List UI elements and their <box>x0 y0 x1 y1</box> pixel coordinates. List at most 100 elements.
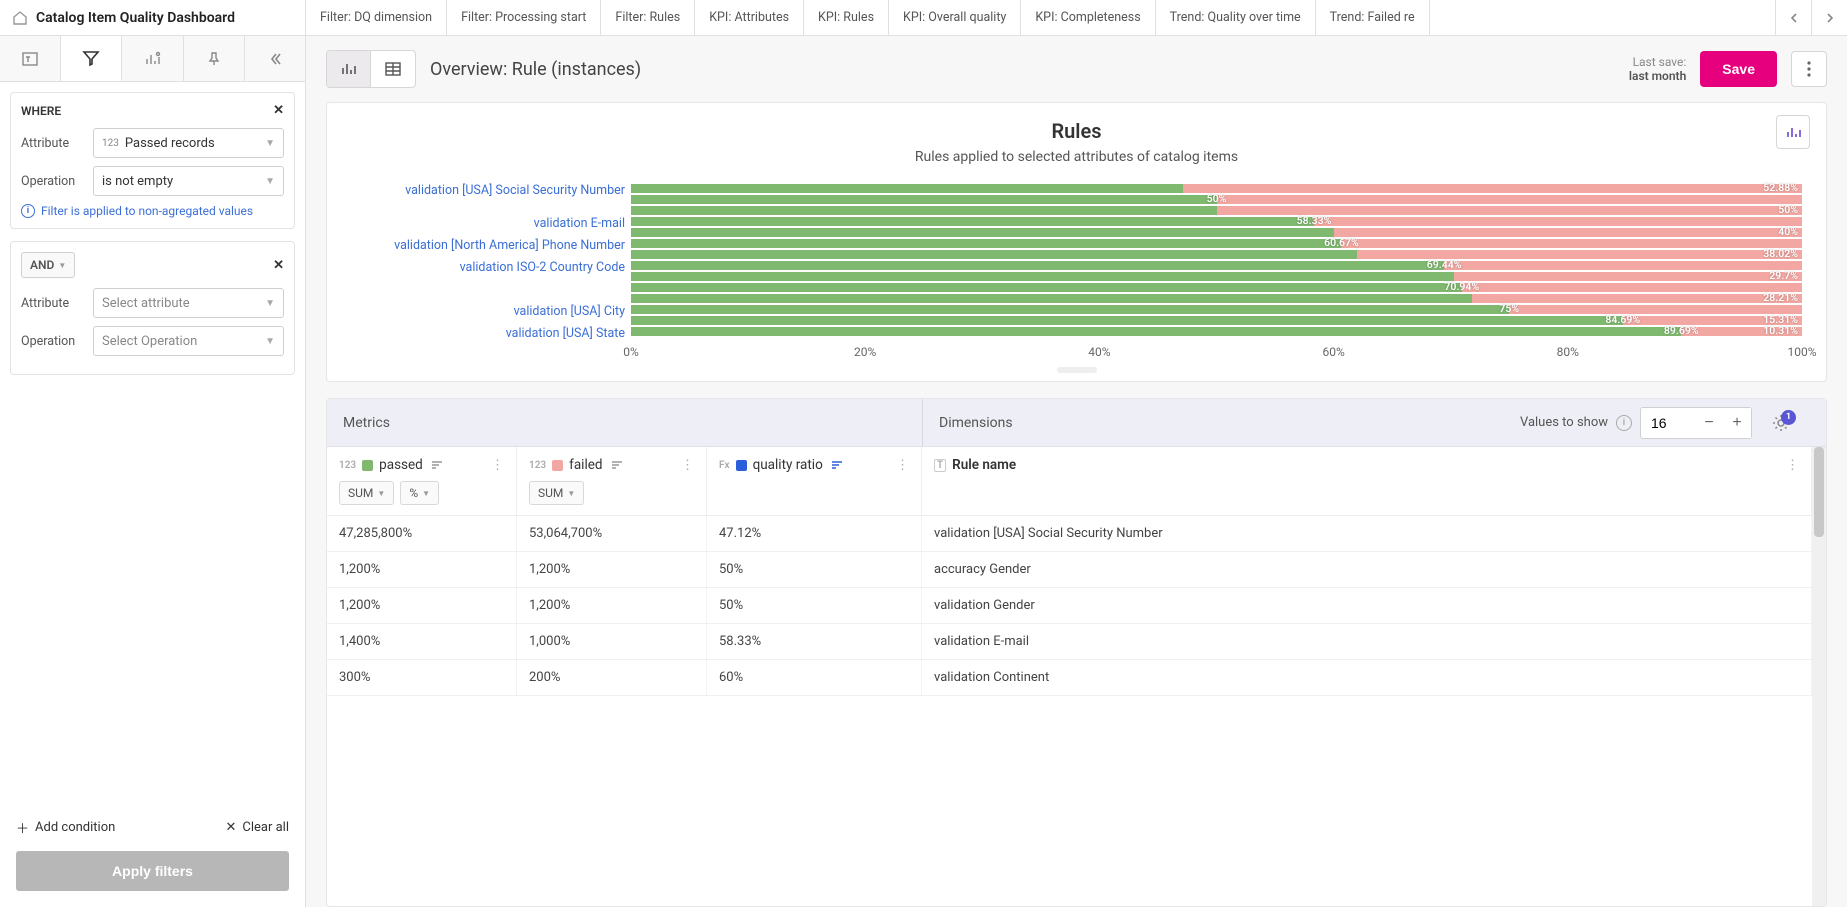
chart-y-label: validation ISO-2 Country Code <box>460 256 625 278</box>
bar-fail-label: 38.02% <box>1763 247 1798 260</box>
agg-pct-chip[interactable]: %▼ <box>400 481 439 505</box>
sidebar-tab-collapse[interactable] <box>245 36 305 81</box>
color-swatch <box>736 460 747 471</box>
table-cell: 60% <box>707 660 922 695</box>
bar-pass-label: 75% <box>1499 302 1519 315</box>
workspace-tab[interactable]: KPI: Completeness <box>1021 0 1155 35</box>
agg-sum-chip[interactable]: SUM▼ <box>529 481 584 505</box>
filter-footer: ＋ Add condition ✕ Clear all Apply filter… <box>0 808 305 907</box>
col-menu-button[interactable]: ⋮ <box>491 458 504 473</box>
sidebar-tab-chart[interactable] <box>122 36 183 81</box>
col-menu-button[interactable]: ⋮ <box>896 458 909 473</box>
add-condition-button[interactable]: ＋ Add condition <box>16 818 115 837</box>
operation-select-empty[interactable]: Select Operation ▼ <box>93 326 284 356</box>
chevron-down-icon: ▼ <box>265 298 275 309</box>
sidebar-tab-pin[interactable] <box>184 36 245 81</box>
sort-icon[interactable] <box>431 460 443 470</box>
sort-icon[interactable] <box>831 460 843 470</box>
scrollbar[interactable] <box>1812 447 1826 906</box>
tabs-next-button[interactable] <box>1811 0 1847 35</box>
bar-fail-label: 40% <box>1778 225 1798 238</box>
chart-x-axis: 0%20%40%60%80%100% <box>631 345 1802 365</box>
chart-bar-row: 28.21% <box>631 293 1802 304</box>
bar-fail-label: 52.88% <box>1763 181 1798 194</box>
workspace-tab[interactable]: Trend: Failed re <box>1316 0 1430 35</box>
chart-bar-row: 89.69% 10.31% <box>631 326 1802 337</box>
sort-icon[interactable] <box>611 460 623 470</box>
page-title: Catalog Item Quality Dashboard <box>36 10 235 26</box>
chart-bar-row: 50% <box>631 205 1802 216</box>
logic-and-chip[interactable]: AND ▼ <box>21 252 75 278</box>
table-cell: validation E-mail <box>922 624 1812 659</box>
type-badge: Fx <box>719 460 730 471</box>
sidebar-tab-filter[interactable] <box>61 36 122 81</box>
agg-sum-chip[interactable]: SUM▼ <box>339 481 394 505</box>
info-icon[interactable]: i <box>1616 415 1632 431</box>
view-title: Overview: Rule (instances) <box>430 59 641 80</box>
operation-placeholder: Select Operation <box>102 334 197 349</box>
values-to-show-label: Values to show <box>1520 415 1608 430</box>
home-icon[interactable] <box>12 10 28 26</box>
data-rows: 47,285,800%53,064,700%47.12%validation [… <box>327 516 1812 906</box>
col-menu-button[interactable]: ⋮ <box>1786 458 1799 473</box>
close-icon: ✕ <box>225 820 236 835</box>
operation-select[interactable]: is not empty ▼ <box>93 166 284 196</box>
chevron-down-icon: ▼ <box>265 138 275 149</box>
sidebar-tabs <box>0 36 305 82</box>
more-menu-button[interactable] <box>1791 51 1827 87</box>
col-menu-button[interactable]: ⋮ <box>681 458 694 473</box>
view-chart-button[interactable] <box>327 51 371 87</box>
chart-bar-row: 69.44% <box>631 260 1802 271</box>
table-cell: 1,200% <box>327 588 517 623</box>
gear-badge: 1 <box>1781 410 1796 425</box>
sidebar-tab-text[interactable] <box>0 36 61 81</box>
operation-label: Operation <box>21 334 85 349</box>
chart-subtitle: Rules applied to selected attributes of … <box>351 149 1802 165</box>
table-cell: 50% <box>707 588 922 623</box>
chart-y-label: validation [USA] Social Security Number <box>405 179 625 201</box>
bar-fail-label: 10.31% <box>1763 324 1798 337</box>
workspace-tab[interactable]: KPI: Rules <box>804 0 889 35</box>
filter-body: WHERE ✕ Attribute 123 Passed records ▼ O… <box>0 82 305 808</box>
workspace-tab[interactable]: KPI: Overall quality <box>889 0 1021 35</box>
col-head-passed: 123 passed ⋮ SUM▼ %▼ <box>327 447 517 515</box>
view-toggle <box>326 50 416 88</box>
values-minus-button[interactable]: − <box>1695 408 1723 438</box>
workspace-tab[interactable]: Filter: Rules <box>601 0 695 35</box>
where-remove-icon[interactable]: ✕ <box>273 103 284 118</box>
attribute-select[interactable]: 123 Passed records ▼ <box>93 128 284 158</box>
bar-fail-label: 29.7% <box>1769 269 1798 282</box>
chart-x-tick: 80% <box>1557 345 1579 359</box>
attribute-select-empty[interactable]: Select attribute ▼ <box>93 288 284 318</box>
clear-all-button[interactable]: ✕ Clear all <box>225 818 289 837</box>
values-plus-button[interactable]: + <box>1723 408 1751 438</box>
workspace-tab[interactable]: Filter: Processing start <box>447 0 601 35</box>
settings-gear-button[interactable]: 1 <box>1760 414 1802 432</box>
resize-handle[interactable] <box>1057 367 1097 373</box>
and-remove-icon[interactable]: ✕ <box>273 258 284 273</box>
workspace-tab[interactable]: Filter: DQ dimension <box>306 0 447 35</box>
save-button[interactable]: Save <box>1700 51 1777 87</box>
workspace-tab[interactable]: Trend: Quality over time <box>1156 0 1316 35</box>
values-input[interactable] <box>1641 415 1695 431</box>
table-cell: 53,064,700% <box>517 516 707 551</box>
filter-where-card: WHERE ✕ Attribute 123 Passed records ▼ O… <box>10 92 295 229</box>
header-title-cell: Catalog Item Quality Dashboard <box>0 0 306 35</box>
table-cell: 1,200% <box>517 588 707 623</box>
view-table-button[interactable] <box>371 51 415 87</box>
apply-filters-button[interactable]: Apply filters <box>16 851 289 891</box>
attribute-placeholder: Select attribute <box>102 296 190 311</box>
table-row: 1,200%1,200%50%accuracy Gender <box>327 552 1812 588</box>
chart-type-button[interactable] <box>1776 115 1810 149</box>
col-name: quality ratio <box>753 457 823 473</box>
header-bar: Catalog Item Quality Dashboard Filter: D… <box>0 0 1847 36</box>
bar-pass-label: 60.67% <box>1324 236 1359 249</box>
workspace-tab[interactable]: KPI: Attributes <box>695 0 804 35</box>
table-cell: 50% <box>707 552 922 587</box>
chart-y-labels: validation [USA] Social Security Numberv… <box>351 183 631 337</box>
plus-icon: ＋ <box>16 818 29 837</box>
operation-label: Operation <box>21 174 85 189</box>
type-badge: T <box>934 459 946 472</box>
bar-pass-label: 89.69% <box>1664 324 1699 337</box>
tabs-prev-button[interactable] <box>1775 0 1811 35</box>
